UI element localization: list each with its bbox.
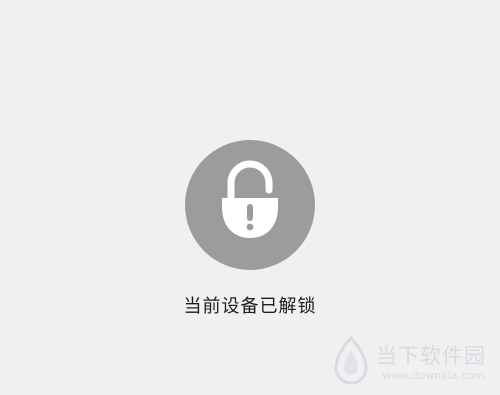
watermark: 当下软件园 www.downxia.com (330, 334, 498, 390)
unlocked-status-badge (185, 140, 315, 270)
unlocked-padlock-icon (222, 160, 278, 238)
downxia-logo (334, 336, 368, 385)
watermark-url: www.downxia.com (382, 369, 485, 382)
watermark-title: 当下软件园 (376, 344, 486, 368)
unlock-status-message: 当前设备已解锁 (183, 296, 317, 317)
